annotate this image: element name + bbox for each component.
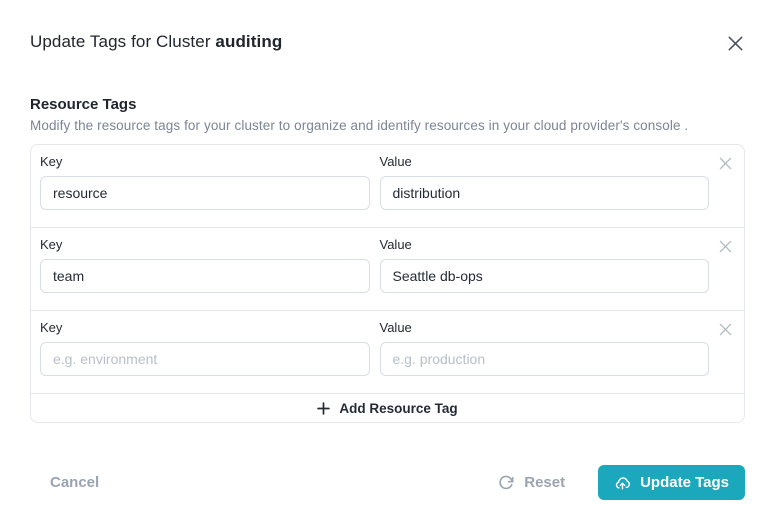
modal-title-prefix: Update Tags for Cluster [30, 32, 211, 51]
remove-row-button[interactable] [717, 155, 734, 172]
cancel-button[interactable]: Cancel [50, 474, 99, 491]
tag-row: Key Value [31, 145, 744, 228]
modal-title: Update Tags for Cluster auditing [30, 32, 282, 52]
upload-cloud-icon [614, 474, 631, 491]
value-input[interactable] [379, 259, 709, 293]
value-label: Value [379, 154, 412, 169]
remove-row-button[interactable] [717, 321, 734, 338]
refresh-icon [498, 475, 514, 491]
update-tags-modal: Update Tags for Cluster auditing Resourc… [0, 0, 775, 523]
close-icon [719, 157, 732, 170]
section-description: Modify the resource tags for your cluste… [30, 118, 689, 133]
cluster-name: auditing [215, 32, 283, 51]
add-resource-tag-button[interactable]: Add Resource Tag [31, 394, 744, 422]
add-resource-tag-label: Add Resource Tag [339, 400, 458, 416]
resource-tags-card: Key Value Key Value [30, 144, 745, 423]
key-label: Key [40, 154, 63, 169]
modal-header: Update Tags for Cluster auditing [30, 0, 745, 53]
reset-label: Reset [524, 474, 566, 491]
key-input[interactable] [40, 342, 370, 376]
close-icon [728, 36, 743, 51]
update-tags-button[interactable]: Update Tags [598, 465, 745, 500]
value-label: Value [379, 237, 412, 252]
plus-icon [317, 401, 331, 415]
key-input[interactable] [40, 176, 370, 210]
value-input[interactable] [379, 342, 709, 376]
tag-row: Key Value [31, 311, 744, 394]
reset-button[interactable]: Reset [498, 475, 565, 491]
close-button[interactable] [726, 34, 745, 53]
modal-footer: Cancel Reset Update Tags [30, 465, 745, 500]
remove-row-button[interactable] [717, 238, 734, 255]
value-input[interactable] [379, 176, 709, 210]
key-label: Key [40, 237, 63, 252]
close-icon [719, 240, 732, 253]
value-label: Value [379, 320, 412, 335]
section-heading: Resource Tags [30, 96, 137, 113]
key-label: Key [40, 320, 63, 335]
tag-row: Key Value [31, 228, 744, 311]
update-tags-label: Update Tags [640, 474, 729, 491]
key-input[interactable] [40, 259, 370, 293]
close-icon [719, 323, 732, 336]
